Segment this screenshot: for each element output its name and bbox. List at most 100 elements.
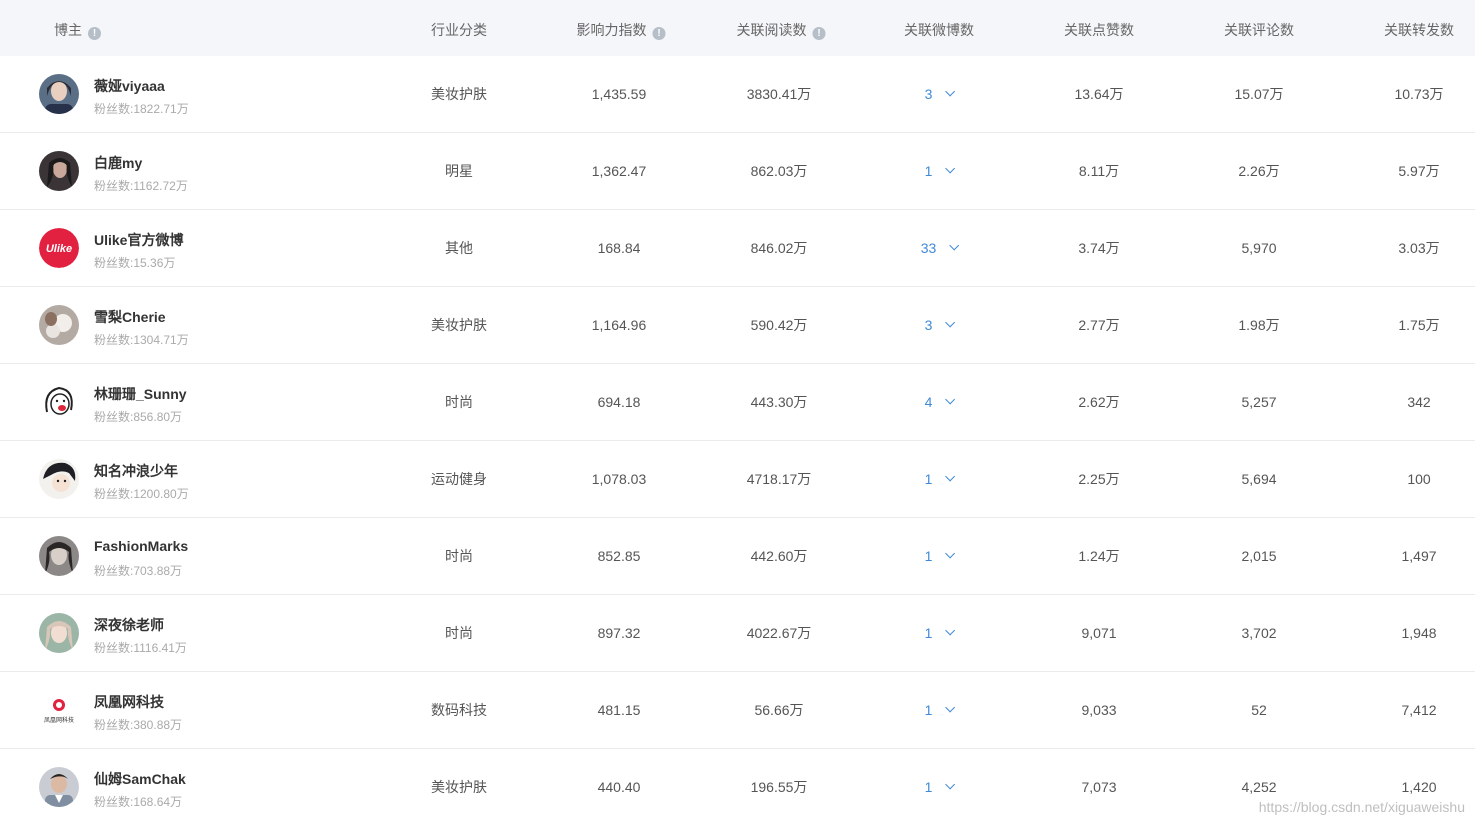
blogger-name[interactable]: 薇娅viyaaa bbox=[94, 76, 165, 96]
industry-cell: 时尚 bbox=[445, 625, 473, 641]
column-header-reposts: 关联转发数 bbox=[1384, 22, 1454, 38]
reposts-cell: 3.03万 bbox=[1398, 240, 1440, 256]
chevron-down-icon bbox=[944, 317, 955, 328]
avatar[interactable] bbox=[39, 767, 79, 807]
column-header-industry: 行业分类 bbox=[431, 22, 487, 38]
comments-cell: 5,694 bbox=[1241, 471, 1277, 487]
industry-cell: 明星 bbox=[445, 163, 473, 179]
blogger-name[interactable]: Ulike官方微博 bbox=[94, 230, 183, 250]
industry-cell: 美妆护肤 bbox=[431, 317, 487, 333]
reads-cell: 4022.67万 bbox=[746, 625, 812, 641]
column-header-likes: 关联点赞数 bbox=[1064, 22, 1134, 38]
fans-count: 粉丝数:703.88万 bbox=[94, 564, 183, 578]
avatar[interactable] bbox=[39, 74, 79, 114]
avatar[interactable] bbox=[39, 305, 79, 345]
influence-cell: 440.40 bbox=[597, 779, 641, 795]
table-row[interactable]: Ulike Ulike官方微博 粉丝数:15.36万 其他 168.84 846… bbox=[0, 210, 1475, 287]
comments-cell: 52 bbox=[1251, 702, 1267, 718]
influence-cell: 168.84 bbox=[597, 240, 641, 256]
industry-cell: 时尚 bbox=[445, 548, 473, 564]
reads-cell: 443.30万 bbox=[750, 394, 808, 410]
reads-cell: 862.03万 bbox=[750, 163, 808, 179]
blogger-name[interactable]: 深夜徐老师 bbox=[94, 615, 164, 635]
avatar[interactable] bbox=[39, 536, 79, 576]
reads-cell: 442.60万 bbox=[750, 548, 808, 564]
blogger-name[interactable]: 仙姆SamChak bbox=[94, 769, 186, 789]
comments-cell: 5,970 bbox=[1241, 240, 1277, 256]
weibo-count-dropdown[interactable]: 1 bbox=[925, 595, 955, 672]
weibo-count-dropdown[interactable]: 3 bbox=[925, 56, 955, 133]
influence-cell: 852.85 bbox=[597, 548, 641, 564]
column-header-comments: 关联评论数 bbox=[1224, 22, 1294, 38]
likes-cell: 2.25万 bbox=[1078, 471, 1120, 487]
info-icon[interactable]: ! bbox=[652, 27, 666, 40]
blogger-name[interactable]: FashionMarks bbox=[94, 538, 188, 554]
table-row[interactable]: FashionMarks 粉丝数:703.88万 时尚 852.85 442.6… bbox=[0, 518, 1475, 595]
reposts-cell: 100 bbox=[1407, 471, 1431, 487]
weibo-count-dropdown[interactable]: 1 bbox=[925, 672, 955, 749]
industry-cell: 其他 bbox=[445, 240, 473, 256]
blogger-name[interactable]: 林珊珊_Sunny bbox=[94, 384, 187, 404]
table-row[interactable]: 白鹿my 粉丝数:1162.72万 明星 1,362.47 862.03万 1 … bbox=[0, 133, 1475, 210]
avatar[interactable] bbox=[39, 613, 79, 653]
weibo-count-dropdown[interactable]: 1 bbox=[925, 518, 955, 595]
likes-cell: 1.24万 bbox=[1078, 548, 1120, 564]
comments-cell: 15.07万 bbox=[1234, 86, 1284, 102]
table-row[interactable]: 深夜徐老师 粉丝数:1116.41万 时尚 897.32 4022.67万 1 … bbox=[0, 595, 1475, 672]
svg-text:Ulike: Ulike bbox=[46, 243, 72, 255]
blogger-name[interactable]: 知名冲浪少年 bbox=[94, 461, 178, 481]
industry-cell: 数码科技 bbox=[431, 702, 487, 718]
chevron-down-icon bbox=[944, 394, 955, 405]
chevron-down-icon bbox=[944, 86, 955, 97]
blogger-name[interactable]: 凤凰网科技 bbox=[94, 692, 164, 712]
avatar[interactable] bbox=[39, 459, 79, 499]
weibo-count-dropdown[interactable]: 3 bbox=[925, 287, 955, 364]
chevron-down-icon bbox=[944, 625, 955, 636]
chevron-down-icon bbox=[944, 471, 955, 482]
fans-count: 粉丝数:380.88万 bbox=[94, 718, 183, 732]
weibo-count-dropdown[interactable]: 1 bbox=[925, 749, 955, 826]
avatar[interactable]: 凤凰网科技 bbox=[39, 690, 79, 730]
info-icon[interactable]: ! bbox=[812, 27, 826, 40]
avatar[interactable] bbox=[39, 151, 79, 191]
likes-cell: 3.74万 bbox=[1078, 240, 1120, 256]
fans-count: 粉丝数:1304.71万 bbox=[94, 333, 189, 347]
table-row[interactable]: 仙姆SamChak 粉丝数:168.64万 美妆护肤 440.40 196.55… bbox=[0, 749, 1475, 826]
reposts-cell: 1,948 bbox=[1401, 625, 1437, 641]
table-row[interactable]: 雪梨Cherie 粉丝数:1304.71万 美妆护肤 1,164.96 590.… bbox=[0, 287, 1475, 364]
info-icon[interactable]: ! bbox=[88, 27, 101, 40]
blogger-name[interactable]: 雪梨Cherie bbox=[94, 307, 166, 327]
reposts-cell: 342 bbox=[1407, 394, 1431, 410]
avatar[interactable]: Ulike bbox=[39, 228, 79, 268]
fans-count: 粉丝数:1162.72万 bbox=[94, 179, 188, 193]
comments-cell: 2,015 bbox=[1241, 548, 1277, 564]
column-header-blogger: 博主! bbox=[54, 0, 101, 56]
weibo-count-dropdown[interactable]: 4 bbox=[925, 364, 955, 441]
likes-cell: 9,071 bbox=[1081, 625, 1117, 641]
industry-cell: 美妆护肤 bbox=[431, 86, 487, 102]
comments-cell: 1.98万 bbox=[1238, 317, 1280, 333]
weibo-count-dropdown[interactable]: 33 bbox=[921, 210, 959, 287]
influence-cell: 1,164.96 bbox=[591, 317, 647, 333]
weibo-count-dropdown[interactable]: 1 bbox=[925, 133, 955, 210]
influence-cell: 481.15 bbox=[597, 702, 641, 718]
reposts-cell: 10.73万 bbox=[1394, 86, 1444, 102]
influence-cell: 1,078.03 bbox=[591, 471, 647, 487]
chevron-down-icon bbox=[944, 163, 955, 174]
column-header-reads: 关联阅读数! bbox=[737, 0, 826, 56]
comments-cell: 3,702 bbox=[1241, 625, 1277, 641]
reads-cell: 590.42万 bbox=[750, 317, 808, 333]
fans-count: 粉丝数:856.80万 bbox=[94, 410, 183, 424]
influence-cell: 1,362.47 bbox=[591, 163, 647, 179]
blogger-name[interactable]: 白鹿my bbox=[94, 153, 142, 173]
table-row[interactable]: 薇娅viyaaa 粉丝数:1822.71万 美妆护肤 1,435.59 3830… bbox=[0, 56, 1475, 133]
likes-cell: 7,073 bbox=[1081, 779, 1117, 795]
reads-cell: 56.66万 bbox=[754, 702, 804, 718]
table-row[interactable]: 知名冲浪少年 粉丝数:1200.80万 运动健身 1,078.03 4718.1… bbox=[0, 441, 1475, 518]
table-row[interactable]: 林珊珊_Sunny 粉丝数:856.80万 时尚 694.18 443.30万 … bbox=[0, 364, 1475, 441]
table-row[interactable]: 凤凰网科技 凤凰网科技 粉丝数:380.88万 数码科技 481.15 56.6… bbox=[0, 672, 1475, 749]
weibo-count-dropdown[interactable]: 1 bbox=[925, 441, 955, 518]
reads-cell: 846.02万 bbox=[750, 240, 808, 256]
avatar[interactable] bbox=[39, 382, 79, 422]
chevron-down-icon bbox=[948, 240, 959, 251]
